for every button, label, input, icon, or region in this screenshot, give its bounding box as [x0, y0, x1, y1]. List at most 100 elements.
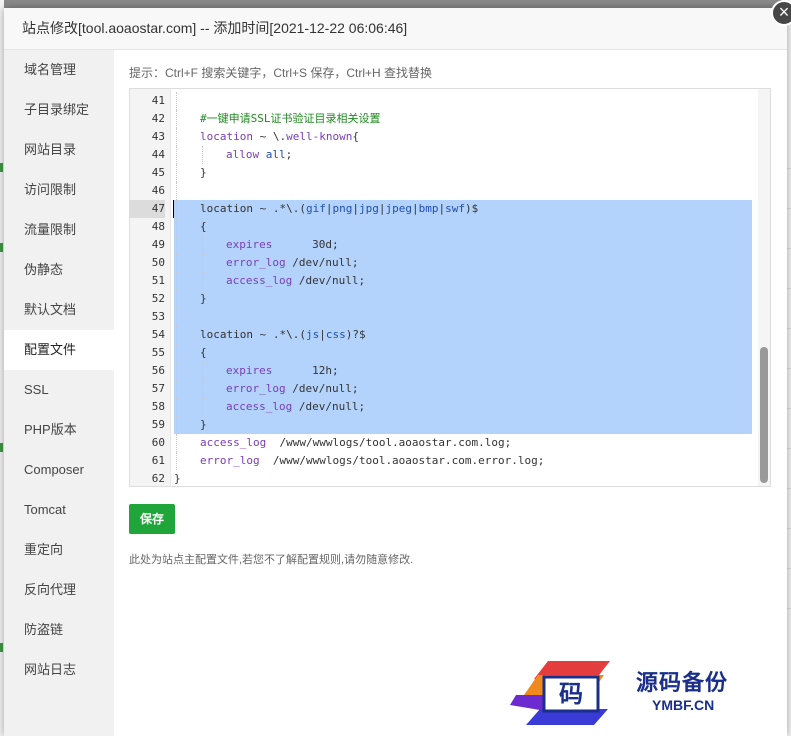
- code-line[interactable]: 59}: [130, 416, 752, 434]
- code-text: location ~ .*\.(js|css)?$: [174, 326, 752, 344]
- watermark-text: 源码备份: [636, 670, 729, 696]
- sidebar-item[interactable]: 子目录绑定: [4, 90, 114, 130]
- sidebar-item[interactable]: 域名管理: [4, 50, 114, 90]
- editor-lines[interactable]: 41 42 #一键申请SSL证书验证目录相关设置 43 location ~ \.wel…: [130, 92, 752, 486]
- sidebar-item[interactable]: 默认文档: [4, 290, 114, 330]
- code-line[interactable]: 43 location ~ \.well-known{: [130, 128, 752, 146]
- editor-scrollbar-thumb[interactable]: [760, 347, 768, 483]
- indent-guide: [176, 272, 177, 290]
- indent-guide: [176, 164, 177, 182]
- code-line[interactable]: 53: [130, 308, 752, 326]
- close-icon[interactable]: ×: [771, 0, 791, 26]
- text-cursor: [173, 200, 174, 218]
- code-token: 12h;: [272, 364, 339, 377]
- code-token: {: [200, 346, 207, 359]
- code-token: }: [200, 418, 207, 431]
- sidebar-item[interactable]: 配置文件: [4, 330, 114, 370]
- code-token: error_log: [200, 454, 260, 467]
- line-number: 52: [151, 292, 165, 305]
- code-token: location: [200, 130, 253, 143]
- code-line[interactable]: 48 {: [130, 218, 752, 236]
- code-token: {: [352, 130, 359, 143]
- code-token: error_log: [226, 382, 286, 395]
- code-line[interactable]: 55 {: [130, 344, 752, 362]
- sidebar-item[interactable]: 流量限制: [4, 210, 114, 250]
- background-marker: [0, 643, 3, 652]
- line-number: 62: [151, 472, 165, 485]
- code-line[interactable]: 54 location ~ .*\.(js|css)?$: [130, 326, 752, 344]
- code-line[interactable]: 60 access_log /www/wwwlogs/tool.aoaostar.…: [130, 434, 752, 452]
- code-text: #一键申请SSL证书验证目录相关设置: [174, 110, 752, 128]
- code-token: |: [319, 328, 326, 341]
- sidebar-item[interactable]: 网站日志: [4, 650, 114, 690]
- code-token: /dev/null;: [292, 274, 366, 287]
- editor-scrollbar[interactable]: [758, 89, 770, 486]
- code-line[interactable]: 46: [130, 182, 752, 200]
- sidebar-item[interactable]: 重定向: [4, 530, 114, 570]
- indent-guide: [202, 380, 203, 398]
- code-token: /dev/null;: [285, 382, 359, 395]
- indent-guide: [176, 290, 177, 308]
- code-token: access_log: [200, 436, 267, 449]
- code-line[interactable]: 45}: [130, 164, 752, 182]
- code-line[interactable]: 41: [130, 92, 752, 110]
- line-number: 46: [151, 184, 165, 197]
- code-text: }: [174, 416, 752, 434]
- code-line[interactable]: 56 expires 12h;: [130, 362, 752, 380]
- indent-guide: [176, 398, 177, 416]
- code-line[interactable]: 50 error_log /dev/null;: [130, 254, 752, 272]
- sidebar-item[interactable]: 防盗链: [4, 610, 114, 650]
- save-button[interactable]: 保存: [129, 504, 175, 534]
- code-token: /dev/null;: [292, 400, 366, 413]
- code-line[interactable]: 61 error_log /www/wwwlogs/tool.aoaostar.c…: [130, 452, 752, 470]
- sidebar-item[interactable]: SSL: [4, 370, 114, 410]
- code-text: [174, 92, 752, 110]
- code-text: error_log /dev/null;: [174, 380, 752, 398]
- indent-guide: [176, 362, 177, 380]
- watermark-glyph: 码: [559, 679, 583, 708]
- code-text: {: [174, 218, 752, 236]
- code-token: well-known: [286, 130, 353, 143]
- watermark-emblem-icon: 码: [510, 661, 610, 725]
- dialog-title: 站点修改[tool.aoaostar.com] -- 添加时间[2021-12-…: [4, 8, 787, 50]
- code-line[interactable]: 57 error_log /dev/null;: [130, 380, 752, 398]
- line-number: 57: [151, 382, 165, 395]
- line-number: 47: [130, 200, 165, 218]
- sidebar-item[interactable]: 伪静态: [4, 250, 114, 290]
- code-token: |: [411, 202, 419, 215]
- sidebar-item[interactable]: Composer: [4, 450, 114, 490]
- line-number: 50: [151, 256, 165, 269]
- indent-guide: [176, 128, 177, 146]
- code-line[interactable]: 51 access_log /dev/null;: [130, 272, 752, 290]
- code-line[interactable]: 44 allow all;: [130, 146, 752, 164]
- code-line[interactable]: 49 expires 30d;: [130, 236, 752, 254]
- code-text: location ~ \.well-known{: [174, 128, 752, 146]
- code-line[interactable]: 58 access_log /dev/null;: [130, 398, 752, 416]
- code-text: [174, 182, 752, 200]
- sidebar-item[interactable]: 反向代理: [4, 570, 114, 610]
- sidebar-item[interactable]: 网站目录: [4, 130, 114, 170]
- watermark-logo: 码 源码备份 YMBF.CN: [510, 655, 780, 727]
- code-token: swf: [445, 202, 465, 215]
- code-text: error_log /dev/null;: [174, 254, 752, 272]
- indent-guide: [176, 254, 177, 272]
- line-number: 51: [151, 274, 165, 287]
- sidebar-item[interactable]: 访问限制: [4, 170, 114, 210]
- code-line[interactable]: 42 #一键申请SSL证书验证目录相关设置: [130, 110, 752, 128]
- code-text: }: [174, 290, 752, 308]
- code-token: |: [352, 202, 359, 215]
- code-text: error_log /www/wwwlogs/tool.aoaostar.com…: [174, 452, 752, 470]
- code-editor[interactable]: 41 42 #一键申请SSL证书验证目录相关设置 43 location ~ \.wel…: [129, 88, 771, 487]
- indent-guide: [176, 416, 177, 434]
- code-line[interactable]: 52}: [130, 290, 752, 308]
- code-token: ;: [285, 148, 293, 161]
- indent-guide: [202, 146, 203, 164]
- code-line[interactable]: 47 location ~ .*\.(gif|png|jpg|jpeg|bmp|s…: [130, 200, 752, 218]
- line-number: 61: [151, 454, 165, 467]
- sidebar-item[interactable]: PHP版本: [4, 410, 114, 450]
- code-text: access_log /dev/null;: [174, 398, 752, 416]
- settings-sidebar: 域名管理 子目录绑定 网站目录 访问限制 流量限制 伪静态 默认文档 配置文件 SSL PHP版本…: [4, 50, 114, 736]
- code-line[interactable]: 62}: [130, 470, 752, 486]
- sidebar-item[interactable]: Tomcat: [4, 490, 114, 530]
